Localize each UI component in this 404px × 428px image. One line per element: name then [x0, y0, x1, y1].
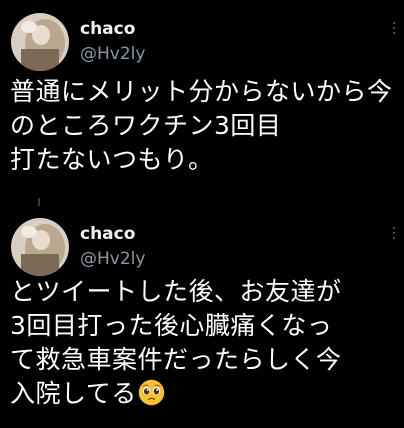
avatar[interactable]: [11, 218, 69, 276]
pleading-face-icon: [138, 379, 165, 406]
tweet[interactable]: chaco @Hv2ly 普通にメリット分からないから今のところワクチン3回目 …: [0, 0, 404, 194]
tweet-text: とツイートした後、お友達が 3回目打った後心臓痛くなっ て救急車案件だったらしく…: [10, 275, 396, 411]
tweet[interactable]: chaco @Hv2ly とツイートした後、お友達が 3回目打った後心臓痛くなっ…: [0, 205, 404, 428]
user-handle[interactable]: @Hv2ly: [80, 43, 145, 65]
user-handle[interactable]: @Hv2ly: [80, 248, 145, 270]
display-name[interactable]: chaco: [80, 18, 135, 40]
avatar-image: [11, 218, 69, 276]
avatar[interactable]: [11, 13, 69, 71]
avatar-image: [11, 13, 69, 71]
tweet-text: 普通にメリット分からないから今のところワクチン3回目 打たないつもり。: [10, 77, 393, 174]
more-options-icon[interactable]: [392, 22, 396, 36]
tweet-text-body: とツイートした後、お友達が 3回目打った後心臓痛くなっ て救急車案件だったらしく…: [10, 277, 342, 408]
more-options-icon[interactable]: [392, 227, 396, 241]
divider: [0, 194, 404, 205]
display-name[interactable]: chaco: [80, 223, 135, 245]
